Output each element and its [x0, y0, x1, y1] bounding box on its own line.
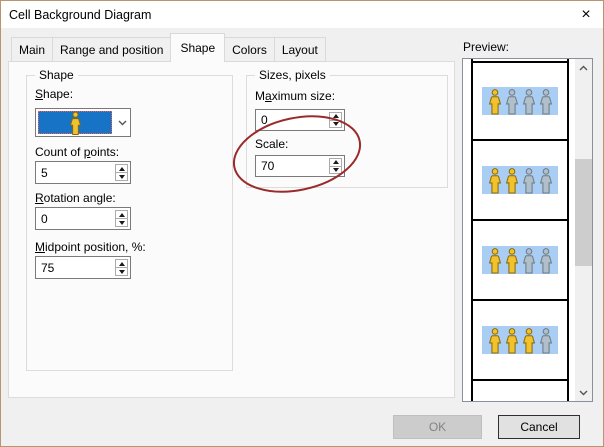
- dialog-window: Cell Background Diagram × MainRange and …: [0, 0, 604, 447]
- spin-up-icon: [119, 213, 125, 217]
- crowd-graphic: [482, 246, 558, 274]
- count-of-points-spinner[interactable]: 5: [35, 161, 131, 184]
- count-of-points-updown: [115, 164, 128, 181]
- person-icon-yellow: [522, 327, 536, 354]
- maximum-size-updown: [329, 112, 342, 128]
- spin-down-icon: [119, 270, 125, 274]
- person-icon-gray: [539, 88, 553, 115]
- midpoint-position-label: Midpoint position, %:: [35, 240, 146, 254]
- person-icon: [69, 111, 82, 135]
- spin-down-button[interactable]: [116, 173, 127, 180]
- shape-groupbox: Shape Shape: Count of points: 5 Rotation…: [26, 75, 233, 371]
- tab-layout[interactable]: Layout: [274, 37, 326, 62]
- maximum-size-value: 0: [261, 113, 268, 127]
- person-icon-yellow: [505, 167, 519, 194]
- spin-up-button[interactable]: [116, 260, 127, 268]
- spin-down-button[interactable]: [116, 219, 127, 226]
- person-icon-yellow: [488, 88, 502, 115]
- person-icon-yellow: [488, 247, 502, 274]
- spin-down-button[interactable]: [116, 268, 127, 275]
- person-icon-gray: [522, 167, 536, 194]
- person-icon-gray: [539, 247, 553, 274]
- person-icon-gray: [539, 327, 553, 354]
- crowd-graphic: [482, 87, 558, 115]
- crowd-graphic: [482, 166, 558, 194]
- spin-up-icon: [333, 114, 339, 118]
- spin-down-icon: [333, 168, 339, 172]
- shape-swatch: [38, 111, 112, 134]
- scrollbar-thumb[interactable]: [575, 159, 592, 266]
- spin-down-button[interactable]: [330, 121, 341, 128]
- cancel-button[interactable]: Cancel: [498, 415, 580, 439]
- person-icon-gray: [505, 88, 519, 115]
- person-icon-yellow: [488, 327, 502, 354]
- preview-list[interactable]: [462, 58, 593, 402]
- tab-main[interactable]: Main: [11, 37, 53, 62]
- chevron-up-icon: [579, 65, 588, 71]
- chevron-down-icon[interactable]: [114, 109, 130, 136]
- person-icon-gray: [522, 88, 536, 115]
- close-button[interactable]: ×: [575, 4, 597, 26]
- shape-dropdown[interactable]: [35, 108, 131, 137]
- chevron-down-icon: [579, 390, 588, 396]
- count-of-points-value: 5: [41, 166, 48, 180]
- scroll-down-button[interactable]: [575, 384, 592, 401]
- preview-cell-2: [473, 141, 567, 221]
- midpoint-position-value: 75: [41, 261, 54, 275]
- spin-up-icon: [119, 262, 125, 266]
- person-icon-yellow: [505, 327, 519, 354]
- spin-up-button[interactable]: [116, 211, 127, 219]
- rotation-angle-spinner[interactable]: 0: [35, 207, 131, 230]
- spin-down-icon: [119, 175, 125, 179]
- spin-up-button[interactable]: [330, 159, 341, 167]
- preview-scrollbar[interactable]: [575, 59, 592, 401]
- spin-up-button[interactable]: [116, 165, 127, 173]
- maximum-size-label: Maximum size:: [255, 89, 335, 103]
- shape-group-title: Shape: [35, 68, 78, 82]
- preview-cell-1: [473, 61, 567, 141]
- count-of-points-label: Count of points:: [35, 145, 119, 159]
- person-icon-yellow: [505, 247, 519, 274]
- spin-down-button[interactable]: [330, 167, 341, 174]
- tab-bar: MainRange and positionShapeColorsLayout: [11, 33, 325, 62]
- sizes-group-title: Sizes, pixels: [255, 68, 330, 82]
- person-icon-yellow: [488, 167, 502, 194]
- tab-shape[interactable]: Shape: [170, 33, 225, 62]
- scale-value: 70: [261, 159, 274, 173]
- rotation-angle-label: Rotation angle:: [35, 191, 116, 205]
- sizes-groupbox: Sizes, pixels Maximum size: 0 Scale: 70: [246, 75, 448, 188]
- shape-field-label: Shape:: [35, 87, 73, 101]
- person-icon-gray: [522, 247, 536, 274]
- preview-cell-4: [473, 301, 567, 381]
- window-title: Cell Background Diagram: [9, 8, 151, 22]
- maximum-size-spinner[interactable]: 0: [255, 109, 345, 131]
- spin-up-button[interactable]: [330, 113, 341, 121]
- preview-label: Preview:: [463, 40, 509, 54]
- tab-range-and-position[interactable]: Range and position: [52, 37, 171, 62]
- tab-colors[interactable]: Colors: [224, 37, 275, 62]
- crowd-graphic: [482, 326, 558, 354]
- person-icon-gray: [539, 167, 553, 194]
- close-icon: ×: [581, 6, 590, 23]
- spin-up-icon: [119, 167, 125, 171]
- rotation-angle-value: 0: [41, 212, 48, 226]
- title-bar: Cell Background Diagram ×: [1, 1, 603, 28]
- ok-button[interactable]: OK: [393, 415, 482, 439]
- rotation-angle-updown: [115, 210, 128, 227]
- spin-down-icon: [119, 221, 125, 225]
- spin-down-icon: [333, 122, 339, 126]
- scroll-up-button[interactable]: [575, 59, 592, 76]
- midpoint-position-updown: [115, 259, 128, 276]
- scale-spinner[interactable]: 70: [255, 155, 345, 177]
- shape-tab-panel: Shape Shape: Count of points: 5 Rotation…: [8, 61, 455, 398]
- preview-cell-3: [473, 221, 567, 301]
- scale-label: Scale:: [255, 137, 288, 151]
- spin-up-icon: [333, 160, 339, 164]
- preview-strip: [471, 59, 569, 401]
- midpoint-position-spinner[interactable]: 75: [35, 256, 131, 279]
- scale-updown: [329, 158, 342, 174]
